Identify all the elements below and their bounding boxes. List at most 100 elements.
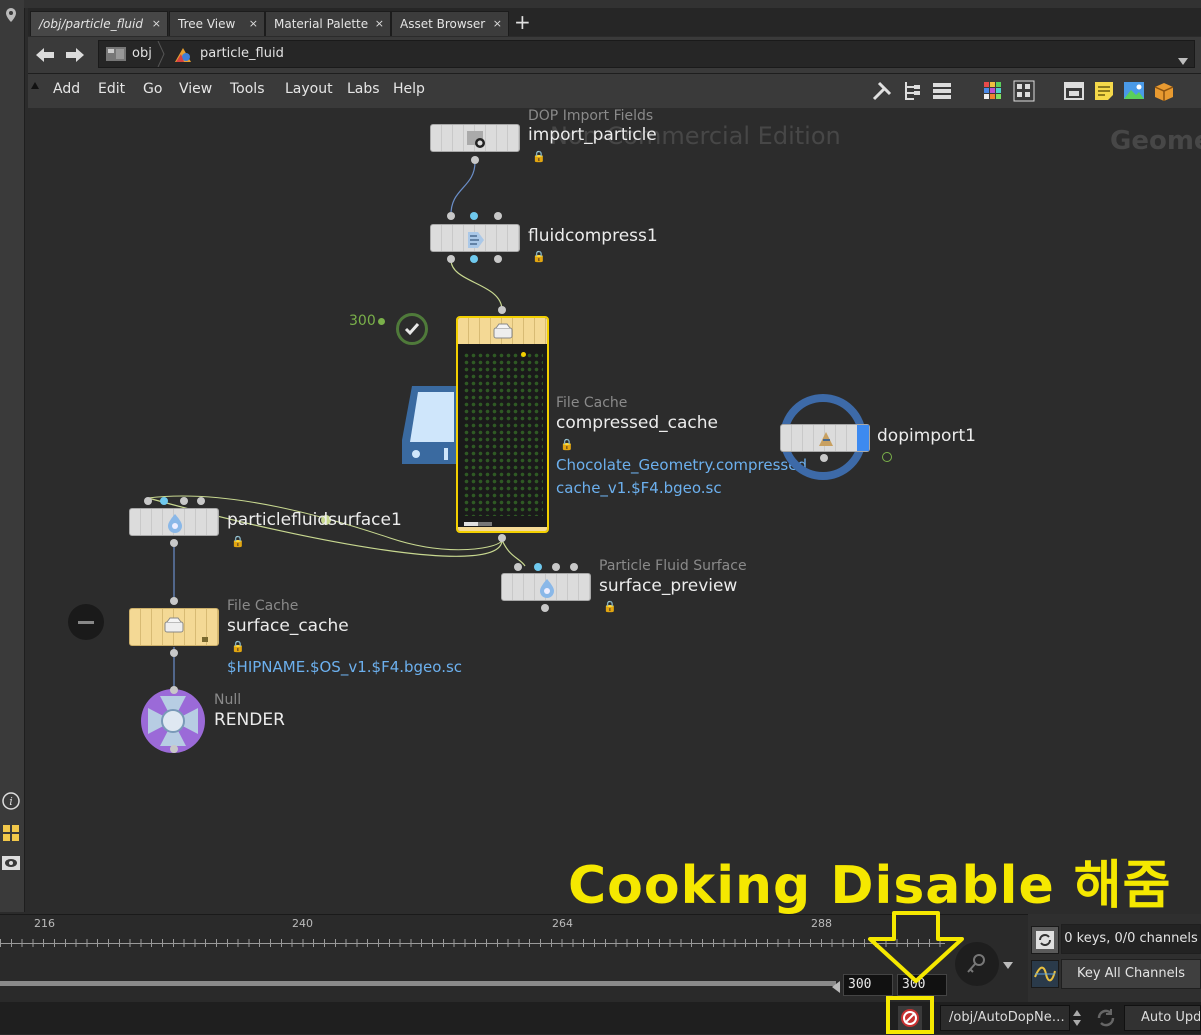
input-connector[interactable] [494,212,502,220]
menu-help[interactable]: Help [393,81,425,97]
path-segment-obj[interactable]: obj [132,46,152,61]
refresh-channels-icon[interactable] [1031,926,1059,954]
node-name-label[interactable]: surface_cache [227,616,349,636]
output-connector[interactable] [470,255,478,263]
file-cache-icon [492,322,514,344]
menu-view[interactable]: View [179,81,212,97]
node-name-label[interactable]: compressed_cache [556,413,718,433]
forward-arrow-icon[interactable] [64,45,86,69]
node-name-label[interactable]: import_particle [528,125,657,145]
tab-tree-view[interactable]: Tree View × [169,11,265,36]
menu-labs[interactable]: Labs [347,81,380,97]
lock-icon[interactable]: 🔒 [603,600,617,613]
input-connector[interactable] [534,563,542,571]
output-connector[interactable] [447,255,455,263]
node-compressed-cache[interactable] [456,316,549,533]
input-connector[interactable] [197,497,205,505]
input-connector[interactable] [144,497,152,505]
auto-update-dropdown[interactable]: Auto Update [1124,1005,1201,1031]
bypass-flag[interactable] [68,604,104,640]
node-name-label[interactable]: surface_preview [599,576,737,596]
playback-range-slider[interactable] [0,981,836,986]
output-connector[interactable] [494,255,502,263]
menu-edit[interactable]: Edit [98,81,125,97]
pane-splitter[interactable] [24,0,1201,8]
graph-editor-icon[interactable] [1031,960,1059,988]
scroll-up-icon[interactable] [30,76,40,106]
input-connector[interactable] [570,563,578,571]
close-icon[interactable]: × [375,12,384,36]
node-surface-preview[interactable] [501,573,591,601]
display-flag-icon[interactable] [400,384,462,470]
output-connector[interactable] [820,454,828,462]
menu-go[interactable]: Go [143,81,162,97]
menu-add[interactable]: Add [53,81,80,97]
node-dopimport1[interactable] [780,424,870,452]
tab-asset-browser[interactable]: Asset Browser × [391,11,509,36]
cooking-disabled-button[interactable] [898,1006,922,1030]
input-connector[interactable] [447,212,455,220]
node-fluidcompress1[interactable] [430,224,520,252]
path-separator-icon [157,40,165,68]
output-connector[interactable] [170,539,178,547]
lock-icon[interactable]: 🔒 [231,640,245,653]
chevron-down-icon[interactable] [1003,955,1013,974]
tab-network[interactable]: /obj/particle_fluid × [30,11,168,36]
close-icon[interactable]: × [152,12,161,36]
grid-layout-icon[interactable] [1,824,21,844]
output-connector[interactable] [471,156,479,164]
input-connector[interactable] [514,563,522,571]
simulation-path-field[interactable]: /obj/AutoDopNetwork [940,1005,1070,1031]
display-flag[interactable] [857,425,869,451]
spinner-arrows-icon[interactable] [1071,1008,1083,1032]
key-all-channels-button[interactable]: Key All Channels [1061,959,1201,989]
tab-material-palette[interactable]: Material Palette × [265,11,391,36]
path-segment-network[interactable]: particle_fluid [200,46,284,61]
node-name-label[interactable]: RENDER [214,710,285,730]
input-connector[interactable] [170,686,178,694]
info-icon[interactable]: i [1,792,21,812]
input-connector[interactable] [180,497,188,505]
output-connector[interactable] [170,745,178,753]
input-connector[interactable] [498,306,506,314]
eye-icon[interactable] [1,854,21,874]
network-editor[interactable]: Non-Commercial Edition Geometry DOP Impo… [30,108,1201,914]
sticky-note-icon[interactable] [1093,80,1115,106]
network-box-icon[interactable] [1063,80,1085,106]
input-connector[interactable] [160,497,168,505]
close-icon[interactable]: × [493,12,502,36]
shapes-palette-icon[interactable] [1013,80,1035,106]
input-connector[interactable] [170,597,178,605]
asset-box-icon[interactable] [1153,80,1175,106]
image-background-icon[interactable] [1123,80,1145,106]
tree-layout-icon[interactable] [902,80,922,106]
pin-icon[interactable] [1,6,21,26]
tools-wrench-icon[interactable] [871,80,893,106]
lock-icon[interactable]: 🔒 [231,535,245,548]
menu-tools[interactable]: Tools [230,81,265,97]
close-icon[interactable]: × [249,12,258,36]
input-connector[interactable] [552,563,560,571]
lock-icon[interactable]: 🔒 [560,438,574,451]
lock-icon[interactable]: 🔒 [532,250,546,263]
node-particlefluidsurface1[interactable] [129,508,219,536]
path-field[interactable]: obj particle_fluid [98,40,1195,68]
node-name-label[interactable]: fluidcompress1 [528,226,658,246]
node-import-particle[interactable] [430,124,520,152]
refresh-icon[interactable] [1094,1006,1118,1034]
output-connector[interactable] [498,534,506,542]
node-name-label[interactable]: particlefluidsurface1 [227,510,402,530]
back-arrow-icon[interactable] [34,45,56,69]
list-view-icon[interactable] [931,80,953,106]
input-connector[interactable] [470,212,478,220]
output-connector[interactable] [170,649,178,657]
output-connector[interactable] [541,604,549,612]
menu-layout[interactable]: Layout [285,81,333,97]
range-handle-icon[interactable] [832,978,840,997]
node-name-label[interactable]: dopimport1 [877,426,976,446]
node-surface-cache[interactable] [129,608,219,646]
lock-icon[interactable]: 🔒 [532,150,546,163]
chevron-down-icon[interactable] [1178,51,1188,70]
color-palette-icon[interactable] [982,80,1004,106]
add-tab-button[interactable]: + [514,10,531,34]
